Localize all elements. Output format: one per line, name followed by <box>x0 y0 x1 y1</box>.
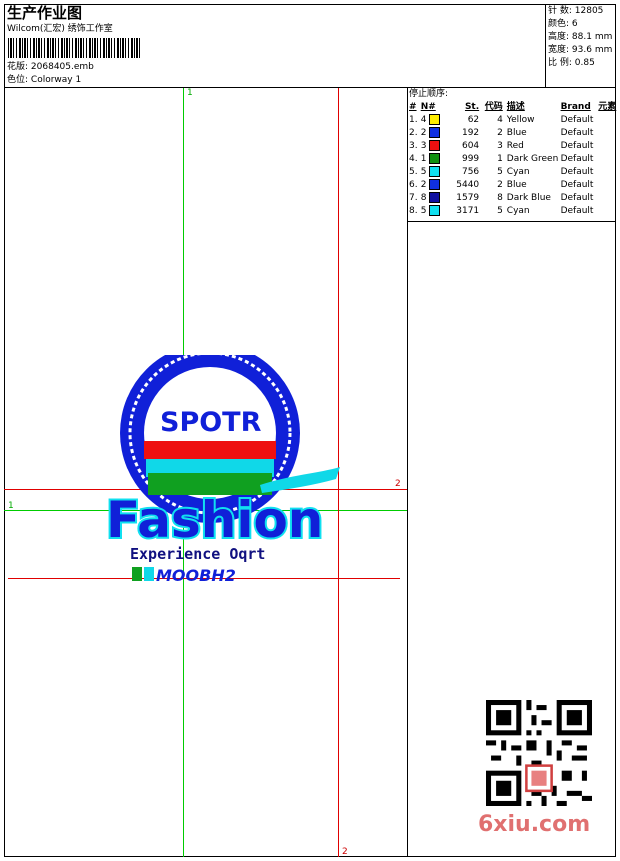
guide-label-red-right: 2 <box>395 479 401 489</box>
company-name: Wilcom(汇宏) 绣饰工作室 <box>7 24 113 34</box>
stats-divider <box>545 4 546 88</box>
color-swatch <box>429 153 441 164</box>
design-file-label: 花版: <box>7 62 29 72</box>
stat-width: 宽度: 93.6 mm <box>548 45 613 55</box>
stat-colors: 颜色: 6 <box>548 19 578 29</box>
badge-red-band <box>144 441 276 459</box>
barcode <box>8 38 142 58</box>
table-row: 5. 5 756 5 Cyan Default <box>409 166 594 177</box>
color-swatch <box>429 114 441 125</box>
stat-height: 高度: 88.1 mm <box>548 32 613 42</box>
panel-divider <box>407 87 408 857</box>
watermark-logo: 6xiu.com <box>478 812 591 837</box>
badge-text: SPOTR <box>160 407 262 438</box>
sub-text: Experience Oqrt <box>130 545 265 563</box>
code-cyan-block <box>144 567 154 581</box>
colorway-value: Colorway 1 <box>30 75 82 85</box>
stat-scale: 比 例: 0.85 <box>548 58 595 68</box>
color-swatch <box>429 127 441 138</box>
sequence-divider <box>407 221 616 222</box>
table-header-row: # N# St. 代码 描述 Brand 元素 <box>409 102 617 112</box>
table-row: 6. 2 5440 2 Blue Default <box>409 179 594 190</box>
color-swatch <box>429 166 441 177</box>
stats-block: 针 数: 12805 颜色: 6 高度: 88.1 mm 宽度: 93.6 mm… <box>548 6 612 69</box>
table-row: 8. 5 3171 5 Cyan Default <box>409 205 594 216</box>
color-sequence-table: # N# St. 代码 描述 Brand 元素 1. 4 62 4 Yellow Def… <box>409 101 620 218</box>
qr-code <box>486 700 592 806</box>
stat-stitches: 针 数: 12805 <box>548 6 604 16</box>
code-green-block <box>132 567 142 581</box>
colorway-row: 色位: Colorway 1 <box>7 75 81 86</box>
table-row: 2. 2 192 2 Blue Default <box>409 127 594 138</box>
color-swatch <box>429 192 441 203</box>
design-file-row: 花版: 2068405.emb <box>7 62 94 73</box>
page-title: 生产作业图 <box>7 4 83 22</box>
guide-label-green-top: 1 <box>187 88 193 98</box>
guide-label-red-bottom: 2 <box>342 847 348 857</box>
table-row: 1. 4 62 4 Yellow Default <box>409 114 594 125</box>
guide-label-green-left: 1 <box>8 501 14 511</box>
table-row: 7. 8 1579 8 Dark Blue Default <box>409 192 594 203</box>
sequence-title: 停止顺序: <box>409 89 449 99</box>
embroidery-design: SPOTR Fashion Experience Oqrt MOOBH2 <box>104 355 340 585</box>
colorway-label: 色位: <box>7 75 29 85</box>
code-text: MOOBH2 <box>156 566 236 585</box>
table-row: 4. 1 999 1 Dark Green Default <box>409 153 594 164</box>
table-row: 3. 3 604 3 Red Default <box>409 140 594 151</box>
color-swatch <box>429 205 441 216</box>
color-swatch <box>429 179 441 190</box>
header-divider <box>4 87 616 88</box>
design-file-value: 2068405.emb <box>30 62 94 72</box>
color-swatch <box>429 140 441 151</box>
main-fashion-text: Fashion <box>106 491 323 549</box>
